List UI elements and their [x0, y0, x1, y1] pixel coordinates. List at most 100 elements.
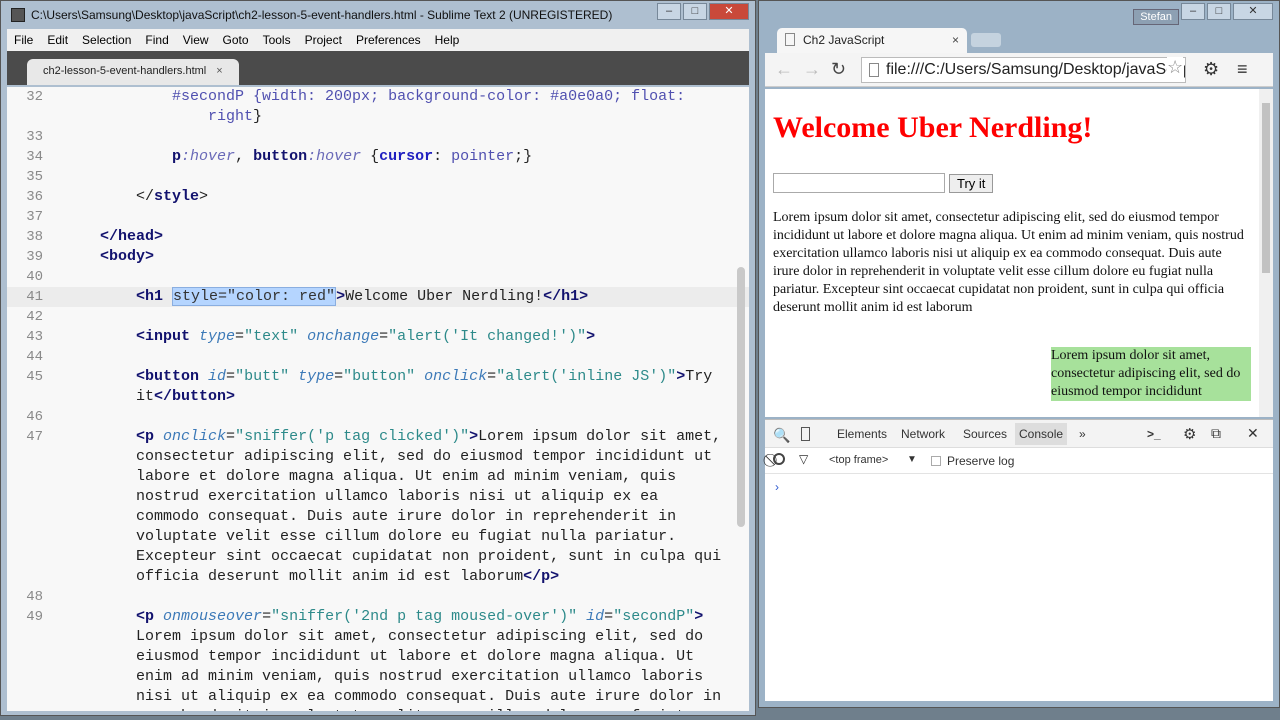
browser-tab[interactable]: Ch2 JavaScript × — [777, 28, 967, 53]
forward-icon[interactable]: → — [803, 59, 821, 80]
code-line[interactable]: Excepteur sint occaecat cupidatat non pr… — [7, 547, 749, 567]
code-text: reprehenderit in voluptate velit esse ci… — [64, 707, 685, 711]
search-icon[interactable]: 🔍 — [773, 427, 790, 444]
code-line[interactable]: labore et dolore magna aliqua. Ut enim a… — [7, 467, 749, 487]
code-line[interactable]: 45 <button id="butt" type="button" oncli… — [7, 367, 749, 387]
menu-view[interactable]: View — [176, 33, 216, 47]
menu-find[interactable]: Find — [138, 33, 175, 47]
tab-console[interactable]: Console — [1015, 423, 1068, 445]
code-line[interactable]: 43 <input type="text" onchange="alert('I… — [7, 327, 749, 347]
paragraph-1[interactable]: Lorem ipsum dolor sit amet, consectetur … — [773, 209, 1251, 317]
editor-scrollbar[interactable] — [737, 267, 745, 527]
code-token: <h1 — [136, 288, 173, 305]
console-prompt[interactable]: › — [765, 474, 1273, 500]
reload-icon[interactable]: ↻ — [831, 59, 846, 80]
code-line[interactable]: 42 — [7, 307, 749, 327]
close-button[interactable]: ✕ — [709, 3, 749, 20]
bookmark-star-icon[interactable]: ☆ — [1167, 57, 1184, 78]
code-line[interactable]: 36 </style> — [7, 187, 749, 207]
menu-tools[interactable]: Tools — [256, 33, 298, 47]
code-token: Welcome Uber Nerdling! — [345, 288, 544, 305]
code-line[interactable]: right} — [7, 107, 749, 127]
preserve-log-checkbox[interactable] — [931, 456, 941, 466]
menu-icon[interactable]: ≡ — [1237, 59, 1248, 80]
code-line[interactable]: it</button> — [7, 387, 749, 407]
line-number: 44 — [26, 349, 43, 365]
code-line[interactable]: enim ad minim veniam, quis nostrud exerc… — [7, 667, 749, 687]
code-line[interactable]: nostrud exercitation ullamco laboris nis… — [7, 487, 749, 507]
code-line[interactable]: 49 <p onmouseover="sniffer('2nd p tag mo… — [7, 607, 749, 627]
code-line[interactable]: 40 — [7, 267, 749, 287]
dock-icon[interactable]: ⧉ — [1211, 425, 1221, 442]
file-tab[interactable]: ch2-lesson-5-event-handlers.html × — [27, 59, 239, 85]
code-line[interactable]: 34 p:hover, button:hover {cursor: pointe… — [7, 147, 749, 167]
console-drawer-icon[interactable]: >_ — [1147, 427, 1161, 441]
more-tabs-icon[interactable]: » — [1079, 427, 1086, 441]
code-line[interactable]: 37 — [7, 207, 749, 227]
code-line[interactable]: 38 </head> — [7, 227, 749, 247]
code-token: = — [262, 608, 272, 625]
code-token: "secondP" — [613, 608, 695, 625]
code-line[interactable]: consectetur adipiscing elit, sed do eius… — [7, 447, 749, 467]
code-line[interactable]: 33 — [7, 127, 749, 147]
menu-selection[interactable]: Selection — [75, 33, 138, 47]
close-button[interactable]: ✕ — [1233, 3, 1273, 20]
clear-console-icon[interactable] — [773, 453, 785, 465]
menu-goto[interactable]: Goto — [216, 33, 256, 47]
title-bar: C:\Users\Samsung\Desktop\javaScript\ch2-… — [1, 1, 755, 29]
code-line[interactable]: eiusmod tempor incididunt ut labore et d… — [7, 647, 749, 667]
code-text: <input type="text" onchange="alert('It c… — [64, 327, 595, 347]
minimize-button[interactable]: – — [657, 3, 681, 20]
maximize-button[interactable]: □ — [683, 3, 707, 20]
frame-select[interactable]: <top frame> — [829, 454, 888, 466]
try-it-button[interactable]: Try it — [949, 173, 994, 193]
code-text: <p onmouseover="sniffer('2nd p tag mouse… — [64, 607, 703, 627]
menu-project[interactable]: Project — [298, 33, 349, 47]
minimize-button[interactable]: – — [1181, 3, 1205, 20]
tab-sources[interactable]: Sources — [963, 427, 1007, 441]
tab-close-icon[interactable]: × — [216, 65, 222, 77]
device-mode-icon[interactable] — [801, 427, 810, 441]
code-line[interactable]: officia deserunt mollit anim id est labo… — [7, 567, 749, 587]
code-line[interactable]: 47 <p onclick="sniffer('p tag clicked')"… — [7, 427, 749, 447]
code-line[interactable]: voluptate velit esse cillum dolore eu fu… — [7, 527, 749, 547]
code-token: consectetur adipiscing elit, sed do eius… — [64, 448, 713, 465]
maximize-button[interactable]: □ — [1207, 3, 1231, 20]
code-line[interactable]: Lorem ipsum dolor sit amet, consectetur … — [7, 627, 749, 647]
code-token: > — [694, 608, 704, 625]
code-editor[interactable]: 32 #secondP {width: 200px; background-co… — [7, 87, 749, 711]
profile-button[interactable]: Stefan — [1133, 9, 1179, 25]
text-input[interactable] — [773, 173, 945, 193]
menu-file[interactable]: File — [7, 33, 40, 47]
gear-icon[interactable]: ⚙ — [1203, 59, 1219, 80]
menu-help[interactable]: Help — [428, 33, 467, 47]
tab-network[interactable]: Network — [901, 427, 945, 441]
code-line[interactable]: 32 #secondP {width: 200px; background-co… — [7, 87, 749, 107]
gear-icon[interactable]: ⚙ — [1183, 425, 1196, 443]
code-line[interactable]: nisi ut aliquip ex ea commodo consequat.… — [7, 687, 749, 707]
menu-preferences[interactable]: Preferences — [349, 33, 428, 47]
code-line[interactable]: reprehenderit in voluptate velit esse ci… — [7, 707, 749, 711]
scroll-thumb[interactable] — [1262, 103, 1270, 273]
code-text: Excepteur sint occaecat cupidatat non pr… — [64, 547, 721, 567]
code-line[interactable]: commodo consequat. Duis aute irure dolor… — [7, 507, 749, 527]
new-tab-button[interactable] — [971, 33, 1001, 47]
code-token: nostrud exercitation ullamco laboris nis… — [64, 488, 659, 505]
tab-close-icon[interactable]: × — [952, 28, 959, 52]
close-devtools-icon[interactable]: ✕ — [1247, 425, 1259, 442]
menu-edit[interactable]: Edit — [40, 33, 75, 47]
code-line[interactable]: 46 — [7, 407, 749, 427]
back-icon[interactable]: ← — [775, 59, 793, 80]
paragraph-secondP[interactable]: Lorem ipsum dolor sit amet, consectetur … — [1051, 347, 1251, 401]
filter-icon[interactable]: ▽ — [799, 452, 808, 466]
code-token: reprehenderit in voluptate velit esse ci… — [64, 708, 685, 711]
tab-elements[interactable]: Elements — [837, 427, 887, 441]
code-line[interactable]: 44 — [7, 347, 749, 367]
code-line[interactable]: 35 — [7, 167, 749, 187]
code-line[interactable]: 41 <h1 style="color: red">Welcome Uber N… — [7, 287, 749, 307]
code-line[interactable]: 39 <body> — [7, 247, 749, 267]
chevron-down-icon[interactable]: ▼ — [907, 454, 917, 465]
code-line[interactable]: 48 — [7, 587, 749, 607]
address-bar[interactable]: file:///C:/Users/Samsung/Desktop/javaScr… — [861, 57, 1186, 83]
page-scrollbar[interactable] — [1259, 89, 1273, 417]
